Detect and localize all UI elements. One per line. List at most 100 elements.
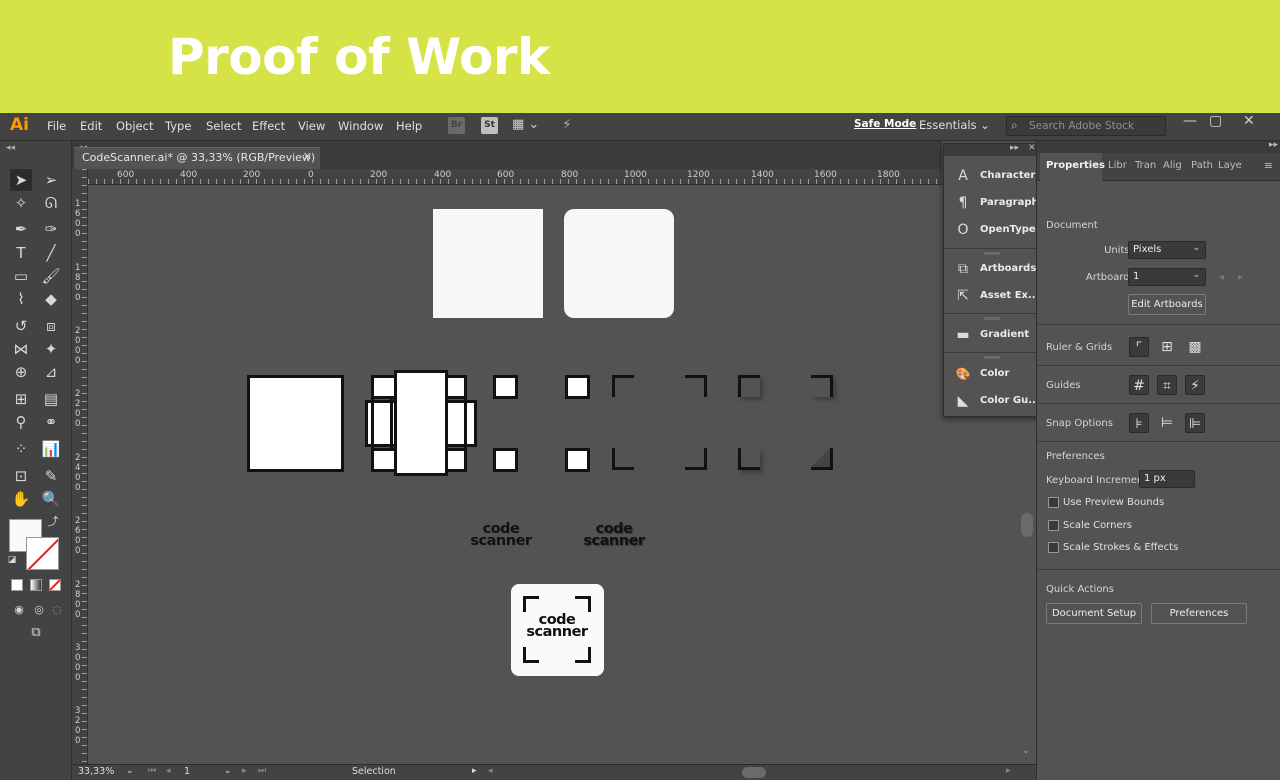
scroll-left-icon[interactable]: ◂ xyxy=(488,766,493,776)
close-icon[interactable]: ✕ xyxy=(303,150,312,163)
stroke-swatch[interactable] xyxy=(26,537,59,570)
snap-to-grid-icon[interactable]: ⊫ xyxy=(1185,413,1205,433)
snap-to-pixel-icon[interactable]: ⊨ xyxy=(1157,413,1177,433)
blend-tool-icon[interactable]: ⚭ xyxy=(40,411,62,433)
color-mode-icon[interactable] xyxy=(11,579,23,591)
width-tool-icon[interactable]: ⋈ xyxy=(10,338,32,360)
logo-wordmark-shadow[interactable]: code scanner xyxy=(579,522,649,549)
column-graph-tool-icon[interactable]: 📊 xyxy=(40,438,62,460)
puppet-warp-tool-icon[interactable]: ✦ xyxy=(40,338,62,360)
artboard-number[interactable]: 1 xyxy=(184,766,190,777)
panel-artboards[interactable]: ⧉ Artboards xyxy=(944,256,1040,282)
last-artboard-icon[interactable]: ⏭ xyxy=(258,766,266,776)
pen-tool-icon[interactable]: ✒ xyxy=(10,218,32,240)
close-icon[interactable]: ✕ xyxy=(1028,143,1036,153)
safe-mode-link[interactable]: Safe Mode xyxy=(854,118,916,130)
gpu-performance-icon[interactable]: ⚡ xyxy=(562,117,579,134)
panel-asset-export[interactable]: ⇱ Asset Ex... xyxy=(944,283,1040,309)
menu-view[interactable]: View xyxy=(298,119,325,133)
tab-layers[interactable]: Laye xyxy=(1218,160,1242,171)
perspective-grid-tool-icon[interactable]: ⊿ xyxy=(40,361,62,383)
scale-tool-icon[interactable]: ⧈ xyxy=(40,315,62,337)
close-button[interactable]: ✕ xyxy=(1243,113,1255,129)
panel-character[interactable]: A Character xyxy=(944,163,1040,189)
panel-color-guide[interactable]: ◣ Color Gu... xyxy=(944,388,1040,414)
menu-help[interactable]: Help xyxy=(396,119,422,133)
chevron-down-icon[interactable]: ⌄ xyxy=(126,766,134,776)
panel-grip[interactable] xyxy=(984,356,1000,359)
rounded-square-shape[interactable] xyxy=(564,209,674,318)
scale-strokes-checkbox[interactable] xyxy=(1048,542,1059,553)
gradient-mode-icon[interactable] xyxy=(30,579,42,591)
transparency-grid-icon[interactable]: ▩ xyxy=(1185,337,1205,357)
swap-fill-stroke-icon[interactable]: ⤴ xyxy=(46,515,60,529)
show-guides-icon[interactable]: # xyxy=(1129,375,1149,395)
minimize-button[interactable]: — xyxy=(1183,113,1197,129)
rulers-icon[interactable]: ⌜ xyxy=(1129,337,1149,357)
next-artboard-icon[interactable]: ▸ xyxy=(1238,272,1243,283)
zoom-tool-icon[interactable]: 🔍 xyxy=(40,488,62,510)
mesh-tool-icon[interactable]: ⊞ xyxy=(10,388,32,410)
corner-bracket-shape[interactable] xyxy=(612,448,634,470)
symbol-sprayer-tool-icon[interactable]: ⁘ xyxy=(10,438,32,460)
scroll-down-icon[interactable]: ⌄ xyxy=(1022,746,1030,756)
panel-gradient[interactable]: ▬ Gradient xyxy=(944,322,1040,348)
hand-tool-icon[interactable]: ✋ xyxy=(10,488,32,510)
panel-menu-icon[interactable]: ≡ xyxy=(1264,159,1273,172)
preferences-button[interactable]: Preferences xyxy=(1151,603,1247,624)
panel-grip[interactable] xyxy=(984,252,1000,255)
square-shape[interactable] xyxy=(433,209,543,318)
prev-artboard-icon[interactable]: ◂ xyxy=(1219,272,1224,283)
logo-wordmark[interactable]: code scanner xyxy=(466,522,536,549)
selection-tool-icon[interactable]: ➤ xyxy=(10,169,32,191)
panel-dock-header[interactable]: ▸▸ ✕ xyxy=(944,143,1038,156)
paintbrush-tool-icon[interactable]: 🖌 xyxy=(40,265,62,287)
draw-normal-icon[interactable]: ◉ xyxy=(8,599,30,621)
panel-grip[interactable] xyxy=(984,317,1000,320)
app-icon[interactable]: code scanner xyxy=(511,584,604,676)
tab-align[interactable]: Alig xyxy=(1163,160,1182,171)
small-square-shape[interactable] xyxy=(493,375,518,399)
menu-effect[interactable]: Effect xyxy=(252,119,285,133)
menu-select[interactable]: Select xyxy=(206,119,241,133)
lasso-tool-icon[interactable]: ᘏ xyxy=(40,192,62,214)
artboard-tool-icon[interactable]: ⊡ xyxy=(10,465,32,487)
arrange-documents-icon[interactable]: ▦ ⌄ xyxy=(512,117,552,134)
collapse-icon[interactable]: ▸▸ xyxy=(1269,140,1278,150)
corner-bracket-shape[interactable] xyxy=(811,448,833,470)
next-artboard-icon[interactable]: ▸ xyxy=(242,766,247,776)
zoom-level[interactable]: 33,33% xyxy=(78,766,114,777)
menu-edit[interactable]: Edit xyxy=(80,119,102,133)
chevron-down-icon[interactable]: ⌄ xyxy=(224,766,232,776)
edit-artboards-button[interactable]: Edit Artboards xyxy=(1128,294,1206,315)
corner-bracket-shape[interactable] xyxy=(612,375,634,397)
line-tool-icon[interactable]: ╱ xyxy=(40,242,62,264)
gradient-tool-icon[interactable]: ▤ xyxy=(40,388,62,410)
stock-icon[interactable]: St xyxy=(481,117,498,134)
eyedropper-tool-icon[interactable]: ⚲ xyxy=(10,411,32,433)
bridge-icon[interactable]: Br xyxy=(448,117,465,134)
horizontal-ruler[interactable]: 600 400 200 0 200 400 600 800 1000 1200 … xyxy=(88,169,942,185)
expand-icon[interactable]: ▸▸ xyxy=(1010,143,1019,153)
corner-bracket-shape[interactable] xyxy=(685,375,707,397)
scrollbar-thumb[interactable] xyxy=(1021,513,1033,537)
small-square-shape[interactable] xyxy=(565,375,590,399)
scroll-right-icon[interactable]: ▸ xyxy=(1006,766,1011,776)
small-square-shape[interactable] xyxy=(565,448,590,472)
artboard-select[interactable]: 1 ⌄ xyxy=(1128,268,1206,286)
grid-icon[interactable]: ⊞ xyxy=(1157,337,1177,357)
prev-artboard-icon[interactable]: ◂ xyxy=(166,766,171,776)
menu-window[interactable]: Window xyxy=(338,119,383,133)
rotate-tool-icon[interactable]: ↺ xyxy=(10,315,32,337)
horizontal-scrollbar-thumb[interactable] xyxy=(742,767,766,778)
curvature-tool-icon[interactable]: ✑ xyxy=(40,218,62,240)
slice-tool-icon[interactable]: ✎ xyxy=(40,465,62,487)
default-colors-icon[interactable]: ◪ xyxy=(6,554,18,566)
draw-inside-icon[interactable]: ◌ xyxy=(46,599,68,621)
document-setup-button[interactable]: Document Setup xyxy=(1046,603,1142,624)
first-artboard-icon[interactable]: ⏮ xyxy=(148,766,156,776)
scale-corners-checkbox[interactable] xyxy=(1048,520,1059,531)
smart-guides-icon[interactable]: ⚡ xyxy=(1185,375,1205,395)
corner-bracket-shape[interactable] xyxy=(685,448,707,470)
vertical-ruler[interactable]: 1600 1800 2000 2200 2400 2600 2800 3000 … xyxy=(72,169,88,764)
